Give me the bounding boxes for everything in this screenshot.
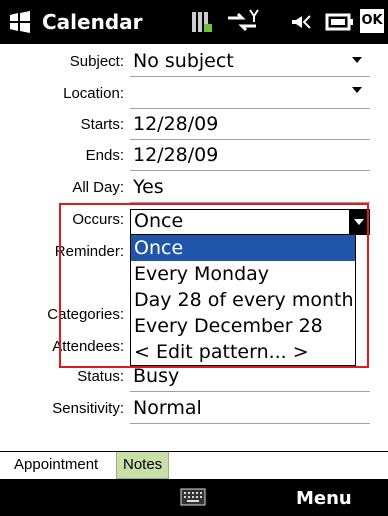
attendees-label: Attendees: [52, 338, 124, 355]
subject-underline [130, 76, 370, 77]
status-underline [130, 391, 370, 392]
occurs-option-once[interactable]: Once [131, 235, 355, 261]
sensitivity-label: Sensitivity: [52, 400, 124, 417]
signal-strength-icon[interactable] [190, 8, 214, 36]
keyboard-icon[interactable] [180, 488, 206, 506]
reminder-label: Reminder: [54, 243, 124, 260]
occurs-option-every-monday[interactable]: Every Monday [131, 261, 355, 287]
speaker-icon[interactable] [290, 8, 316, 36]
ok-button[interactable]: OK [360, 9, 384, 33]
connectivity-icon[interactable] [224, 8, 260, 36]
starts-underline [130, 139, 370, 140]
occurs-select[interactable]: Once [130, 209, 370, 235]
ends-field[interactable]: 12/28/09 [133, 144, 218, 166]
categories-label: Categories: [47, 306, 124, 323]
sensitivity-underline [130, 423, 370, 424]
all-day-row: All Day: Yes [0, 173, 388, 203]
starts-field[interactable]: 12/28/09 [133, 113, 218, 135]
tab-bar: Appointment Notes [0, 451, 388, 480]
occurs-dropdown-list: Once Every Monday Day 28 of every month … [130, 234, 356, 366]
subject-field[interactable]: No subject [133, 50, 234, 72]
tab-appointment[interactable]: Appointment [8, 452, 105, 478]
battery-icon[interactable] [325, 8, 355, 36]
starts-label: Starts: [80, 116, 124, 133]
occurs-label: Occurs: [72, 211, 124, 228]
all-day-label: All Day: [72, 179, 124, 196]
app-title: Calendar [42, 10, 143, 34]
ends-label: Ends: [85, 147, 124, 164]
occurs-chevron-down-icon[interactable] [349, 210, 369, 234]
ends-row: Ends: 12/28/09 [0, 141, 388, 171]
all-day-underline [130, 202, 370, 203]
location-chevron-down-icon[interactable] [352, 87, 362, 93]
tab-notes[interactable]: Notes [116, 452, 170, 479]
menu-bar: Menu [0, 479, 388, 516]
location-underline [130, 108, 370, 109]
ends-underline [130, 170, 370, 171]
subject-label: Subject: [69, 53, 124, 70]
occurs-option-day-28[interactable]: Day 28 of every month [131, 287, 355, 313]
all-day-field[interactable]: Yes [133, 176, 164, 198]
location-label: Location: [63, 85, 124, 102]
status-field[interactable]: Busy [133, 365, 179, 387]
occurs-option-edit-pattern[interactable]: < Edit pattern... > [131, 339, 355, 365]
menu-button[interactable]: Menu [296, 488, 352, 509]
starts-row: Starts: 12/28/09 [0, 110, 388, 140]
title-bar: Calendar OK [0, 0, 388, 44]
status-row: Status: Busy [0, 362, 388, 392]
location-row: Location: [0, 79, 388, 109]
sensitivity-field[interactable]: Normal [133, 397, 202, 419]
occurs-option-every-december-28[interactable]: Every December 28 [131, 313, 355, 339]
windows-start-icon[interactable] [8, 11, 32, 33]
status-label: Status: [77, 368, 124, 385]
sensitivity-row: Sensitivity: Normal [0, 394, 388, 424]
occurs-selected-value[interactable]: Once [134, 210, 183, 232]
subject-row: Subject: No subject [0, 47, 388, 77]
subject-chevron-down-icon[interactable] [352, 57, 362, 63]
